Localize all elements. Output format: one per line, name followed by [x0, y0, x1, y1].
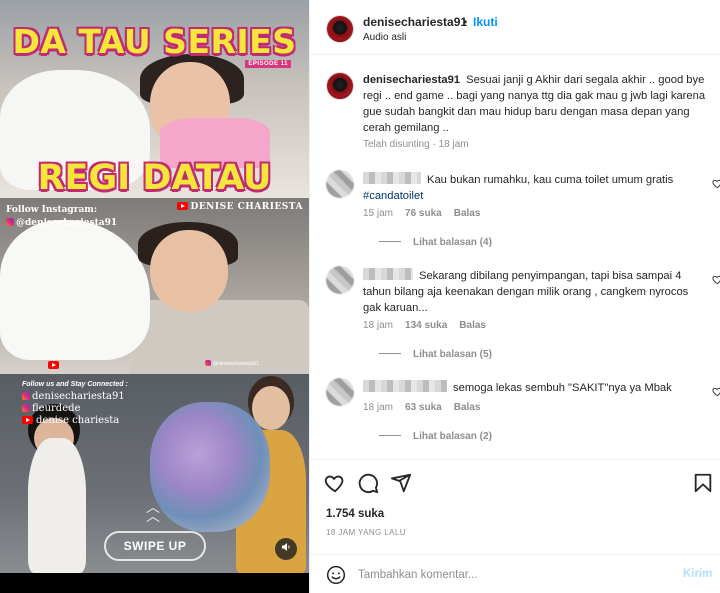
post-side-panel: denisechariesta91 • Ikuti Audio asli den…	[309, 0, 720, 593]
avatar[interactable]	[326, 266, 354, 294]
media-small-ig-handle: @denisechariesta91	[213, 361, 259, 367]
media-follow-instagram: Follow Instagram: @denisechariesta91	[6, 204, 117, 230]
media-instagram-handle: @denisechariesta91	[16, 218, 118, 228]
avatar[interactable]	[326, 170, 354, 198]
sound-icon[interactable]	[275, 538, 297, 560]
post-time: 18 JAM YANG LALU	[326, 528, 406, 537]
swipe-up-button[interactable]: SWIPE UP	[104, 531, 206, 561]
comment-time[interactable]: 18 jam	[363, 320, 393, 331]
blurred-username[interactable]	[363, 380, 447, 392]
avatar[interactable]	[326, 72, 354, 100]
heart-icon[interactable]	[712, 386, 720, 397]
comment-meta: 18 jam 63 suka Balas	[363, 402, 492, 413]
post-header: denisechariesta91 • Ikuti Audio asli	[310, 0, 720, 55]
comment-meta: 18 jam 134 suka Balas	[363, 320, 498, 331]
instagram-icon	[205, 360, 211, 366]
comment-reply-button[interactable]: Balas	[454, 208, 481, 219]
comment-text: Sekarang dibilang penyimpangan, tapi bis…	[363, 268, 693, 316]
media-social-line: denisechariesta91	[32, 391, 125, 402]
media-youtube-channel-label: DENISE CHARIESTA	[190, 202, 303, 212]
add-comment-bar: Kirim	[310, 554, 720, 593]
comment-body: Kau bukan rumahku, kau cuma toilet umum …	[427, 174, 674, 186]
likes-count[interactable]: 1.754 suka	[326, 508, 384, 520]
media-social-line: denise chariesta	[36, 415, 120, 426]
media-title-top: DA TAU SERIES	[12, 22, 297, 61]
media-social-line: fleurdede	[32, 403, 81, 414]
view-replies-button[interactable]: Lihat balasan (4)	[379, 237, 492, 248]
audio-link[interactable]: Audio asli	[363, 32, 406, 43]
media-social-lines: denisechariesta91 fleurdede denise chari…	[22, 391, 125, 427]
youtube-icon	[176, 202, 188, 210]
media-title-bottom: REGI DATAU	[37, 158, 272, 198]
comment-likes[interactable]: 63 suka	[405, 402, 442, 413]
youtube-icon	[22, 416, 33, 424]
comment-meta: 15 jam 76 suka Balas	[363, 208, 492, 219]
instagram-icon	[22, 404, 30, 412]
comment-input[interactable]	[358, 564, 658, 586]
view-replies-button[interactable]: Lihat balasan (5)	[379, 349, 492, 360]
comment-time[interactable]: 15 jam	[363, 208, 393, 219]
comment-hashtag[interactable]: #candatoilet	[363, 190, 423, 202]
emoji-icon[interactable]	[326, 565, 346, 585]
media-youtube-channel: DENISE CHARIESTA	[176, 202, 303, 212]
post-media[interactable]: DA TAU SERIES EPISODE 11 REGI DATAU Foll…	[0, 0, 309, 593]
media-follow-instagram-label: Follow Instagram:	[6, 205, 98, 215]
media-follow-connected: Follow us and Stay Connected :	[22, 381, 128, 388]
follow-button[interactable]: Ikuti	[473, 15, 498, 29]
avatar[interactable]	[326, 15, 354, 43]
media-illustration	[150, 402, 270, 532]
view-replies-button[interactable]: Lihat balasan (2)	[379, 431, 492, 442]
comment-text: semoga lekas sembuh "SAKIT"nya ya Mbak	[363, 380, 693, 396]
post-actions: 1.754 suka 18 JAM YANG LALU	[310, 459, 720, 554]
blurred-username[interactable]	[363, 268, 413, 280]
heart-icon[interactable]	[712, 274, 720, 285]
comment-time[interactable]: 18 jam	[363, 402, 393, 413]
instagram-icon	[22, 392, 30, 400]
media-illustration	[0, 220, 150, 360]
comment-likes[interactable]: 134 suka	[405, 320, 447, 331]
caption-username[interactable]: denisechariesta91	[363, 74, 460, 86]
comment-reply-button[interactable]: Balas	[454, 402, 481, 413]
media-bottom-bar	[0, 573, 309, 593]
comment-likes[interactable]: 76 suka	[405, 208, 442, 219]
header-separator: •	[463, 15, 468, 29]
post-comment-button[interactable]: Kirim	[683, 568, 712, 580]
media-episode-badge: EPISODE 11	[245, 60, 291, 68]
swipe-chevron-icon: ︿ ︿	[146, 499, 160, 524]
media-small-ig: @denisechariesta91	[205, 360, 259, 367]
comment-icon[interactable]	[357, 472, 379, 494]
media-frame-top: DA TAU SERIES EPISODE 11 REGI DATAU	[0, 0, 309, 198]
heart-icon[interactable]	[324, 472, 346, 494]
blurred-username[interactable]	[363, 172, 421, 184]
comment-body: semoga lekas sembuh "SAKIT"nya ya Mbak	[453, 382, 672, 394]
caption-text: denisechariesta91 Sesuai janji g Akhir d…	[363, 72, 708, 136]
instagram-icon	[6, 218, 14, 226]
youtube-icon	[48, 361, 59, 369]
comment-reply-button[interactable]: Balas	[459, 320, 486, 331]
share-icon[interactable]	[390, 472, 412, 494]
bookmark-icon[interactable]	[692, 472, 714, 494]
comment-text: Kau bukan rumahku, kau cuma toilet umum …	[363, 172, 693, 204]
media-illustration	[28, 438, 86, 573]
header-username[interactable]: denisechariesta91	[363, 15, 467, 29]
caption-meta: Telah disunting · 18 jam	[363, 139, 469, 150]
heart-icon[interactable]	[712, 178, 720, 189]
avatar[interactable]	[326, 378, 354, 406]
media-illustration	[150, 230, 228, 312]
